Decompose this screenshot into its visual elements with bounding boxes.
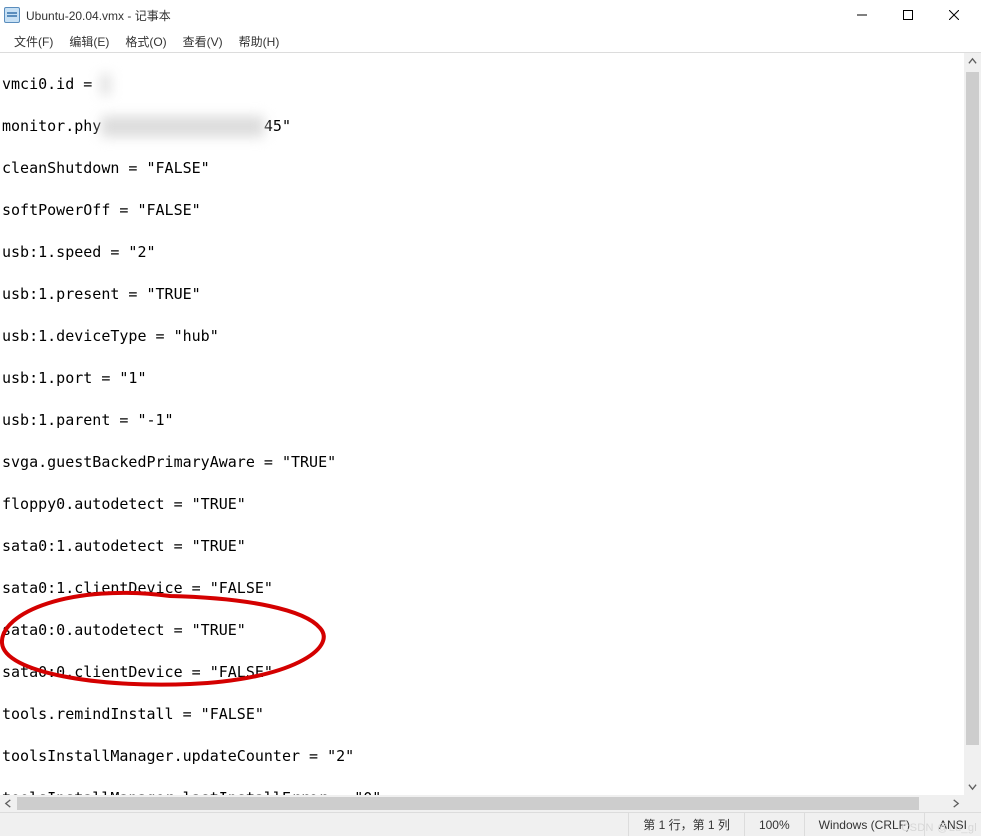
status-zoom: 100% bbox=[744, 813, 804, 836]
close-button[interactable] bbox=[931, 0, 977, 30]
scrollbar-corner bbox=[964, 795, 981, 812]
menu-file[interactable]: 文件(F) bbox=[6, 31, 61, 52]
scroll-down-button[interactable] bbox=[964, 778, 981, 795]
scroll-track-h[interactable] bbox=[17, 795, 947, 812]
scroll-track-v[interactable] bbox=[964, 70, 981, 778]
maximize-button[interactable] bbox=[885, 0, 931, 30]
editor-area: vmci0.id = monitor.phy 45" cleanShutdown… bbox=[0, 52, 981, 812]
scroll-right-button[interactable] bbox=[947, 795, 964, 812]
titlebar: Ubuntu-20.04.vmx - 记事本 bbox=[0, 0, 981, 30]
vertical-scrollbar[interactable] bbox=[964, 53, 981, 795]
scroll-left-button[interactable] bbox=[0, 795, 17, 812]
menu-format[interactable]: 格式(O) bbox=[117, 31, 174, 52]
menu-edit[interactable]: 编辑(E) bbox=[61, 31, 117, 52]
window-title: Ubuntu-20.04.vmx - 记事本 bbox=[26, 7, 171, 24]
statusbar: 第 1 行，第 1 列 100% Windows (CRLF) ANSI bbox=[0, 812, 981, 836]
status-encoding: ANSI bbox=[924, 813, 981, 836]
notepad-window: Ubuntu-20.04.vmx - 记事本 文件(F) 编辑(E) 格式(O)… bbox=[0, 0, 981, 836]
status-position: 第 1 行，第 1 列 bbox=[628, 813, 744, 836]
text-content: vmci0.id = monitor.phy 45" cleanShutdown… bbox=[0, 53, 964, 795]
minimize-button[interactable] bbox=[839, 0, 885, 30]
menubar: 文件(F) 编辑(E) 格式(O) 查看(V) 帮助(H) bbox=[0, 30, 981, 52]
status-lineend: Windows (CRLF) bbox=[804, 813, 924, 836]
scroll-up-button[interactable] bbox=[964, 53, 981, 70]
scroll-thumb-v[interactable] bbox=[966, 72, 979, 745]
horizontal-scrollbar[interactable] bbox=[0, 795, 964, 812]
notepad-icon bbox=[4, 7, 20, 23]
menu-help[interactable]: 帮助(H) bbox=[231, 31, 288, 52]
menu-view[interactable]: 查看(V) bbox=[175, 31, 231, 52]
text-editor[interactable]: vmci0.id = monitor.phy 45" cleanShutdown… bbox=[0, 53, 964, 795]
scroll-thumb-h[interactable] bbox=[17, 797, 919, 810]
